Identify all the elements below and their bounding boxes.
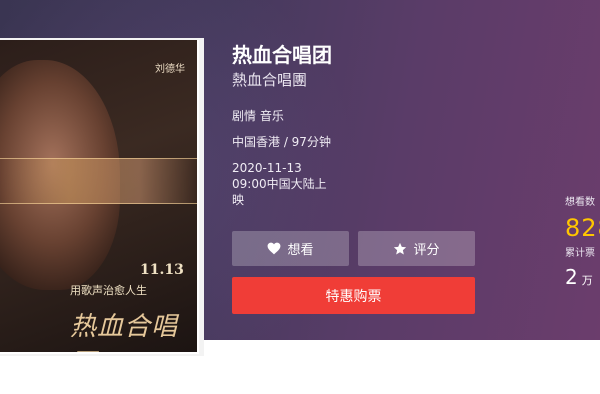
rate-button[interactable]: 评分 bbox=[358, 231, 475, 266]
star-icon bbox=[394, 242, 407, 255]
want-count-value: 828 bbox=[565, 214, 600, 242]
movie-release-date: 2020-11-13 09:00中国大陆上映 bbox=[232, 161, 327, 207]
buy-ticket-label: 特惠购票 bbox=[325, 288, 382, 305]
movie-genre: 剧情 音乐 bbox=[232, 109, 284, 123]
want-to-watch-button[interactable]: 想看 bbox=[232, 231, 349, 266]
movie-stats: 想看数 828 累计票 2万 bbox=[565, 196, 600, 294]
poster-star-name: 刘德华 bbox=[155, 64, 185, 75]
rate-label: 评分 bbox=[413, 243, 440, 258]
box-office-label: 累计票 bbox=[565, 248, 595, 259]
poster-date: 11.13 bbox=[140, 262, 184, 278]
movie-title: 热血合唱团 bbox=[232, 43, 332, 67]
box-office-unit: 万 bbox=[581, 274, 593, 287]
box-office-value: 2万 bbox=[565, 264, 600, 294]
movie-original-title: 熱血合唱團 bbox=[232, 71, 308, 89]
want-to-watch-label: 想看 bbox=[287, 243, 314, 258]
movie-region-duration: 中国香港 / 97分钟 bbox=[232, 135, 331, 149]
heart-icon bbox=[268, 242, 281, 255]
poster-slogan: 用歌声治愈人生 bbox=[70, 284, 147, 297]
box-office-number: 2 bbox=[565, 265, 578, 289]
poster-choir-band bbox=[0, 158, 197, 204]
want-count-label: 想看数 bbox=[565, 197, 595, 208]
movie-poster[interactable]: 刘德华 11.13 用歌声治愈人生 热血合唱团 bbox=[0, 40, 199, 354]
buy-ticket-button[interactable]: 特惠购票 bbox=[232, 277, 475, 314]
poster-logo: 热血合唱团 bbox=[70, 312, 179, 352]
movie-info: 热血合唱团 熱血合唱團 剧情 音乐 中国香港 / 97分钟 2020-11-13… bbox=[232, 42, 332, 207]
